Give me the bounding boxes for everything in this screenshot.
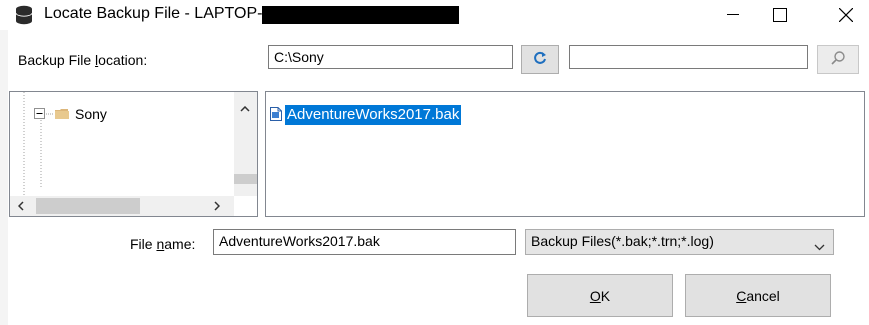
collapse-icon[interactable]	[34, 106, 45, 122]
backup-path-input[interactable]: C:\Sony	[268, 45, 513, 69]
cancel-button-label: Cancel	[736, 288, 780, 304]
backup-location-label-prefix: Backup File	[18, 52, 96, 68]
chevron-down-icon	[814, 238, 825, 254]
file-name-label-text: File name:	[130, 236, 195, 252]
refresh-button[interactable]	[521, 45, 559, 74]
scroll-up-icon[interactable]	[236, 100, 254, 118]
ok-button-label: OK	[590, 288, 610, 304]
folder-icon	[55, 106, 69, 122]
file-name-label-prefix: File	[130, 236, 157, 252]
tree-horizontal-thumb[interactable]	[36, 198, 140, 214]
database-icon	[15, 5, 33, 25]
folder-tree[interactable]: Sony	[9, 91, 258, 217]
scroll-right-icon[interactable]	[208, 197, 226, 215]
file-list[interactable]: AdventureWorks2017.bak	[265, 91, 865, 217]
minimize-button[interactable]	[710, 0, 756, 30]
window-title-text: Locate Backup File - LAPTOP-	[44, 5, 263, 22]
minimize-icon	[727, 14, 739, 16]
file-name-label-suffix: ame:	[164, 236, 196, 252]
title-bar: Locate Backup File - LAPTOP-	[0, 0, 869, 30]
maximize-icon	[773, 8, 787, 22]
file-icon	[270, 106, 282, 124]
file-name-input[interactable]: AdventureWorks2017.bak	[213, 229, 516, 255]
tree-vertical-scrollbar[interactable]	[234, 92, 257, 196]
scroll-left-icon[interactable]	[12, 197, 30, 215]
magnifier-icon	[830, 50, 846, 69]
backup-location-label: Backup File location:	[18, 52, 147, 68]
file-type-select[interactable]: Backup Files(*.bak;*.trn;*.log)	[525, 229, 834, 255]
search-button[interactable]	[817, 45, 859, 74]
tree-vertical-thumb[interactable]	[234, 174, 257, 184]
cancel-label-rest: ancel	[746, 287, 780, 304]
refresh-icon	[532, 50, 548, 69]
file-name-label: AdventureWorks2017.bak	[285, 105, 462, 125]
ok-button[interactable]: OK	[527, 274, 673, 317]
tree-node-label: Sony	[75, 106, 107, 122]
cancel-access-key: C	[736, 287, 747, 304]
cancel-button[interactable]: Cancel	[685, 274, 831, 317]
close-icon	[839, 8, 853, 22]
window-title: Locate Backup File - LAPTOP-	[44, 5, 460, 24]
ok-access-key: O	[589, 287, 601, 304]
file-item[interactable]: AdventureWorks2017.bak	[270, 105, 462, 125]
tree-horizontal-scrollbar[interactable]	[10, 196, 234, 216]
close-button[interactable]	[823, 0, 869, 30]
tree-node-sony[interactable]: Sony	[34, 105, 107, 123]
background-window-edge	[0, 30, 8, 325]
file-type-selected: Backup Files(*.bak;*.trn;*.log)	[531, 233, 714, 249]
redaction-bar	[262, 6, 460, 24]
backup-location-label-suffix: ocation:	[98, 52, 148, 68]
ok-label-rest: K	[600, 287, 611, 304]
search-input[interactable]	[569, 45, 808, 69]
maximize-button[interactable]	[757, 0, 803, 30]
